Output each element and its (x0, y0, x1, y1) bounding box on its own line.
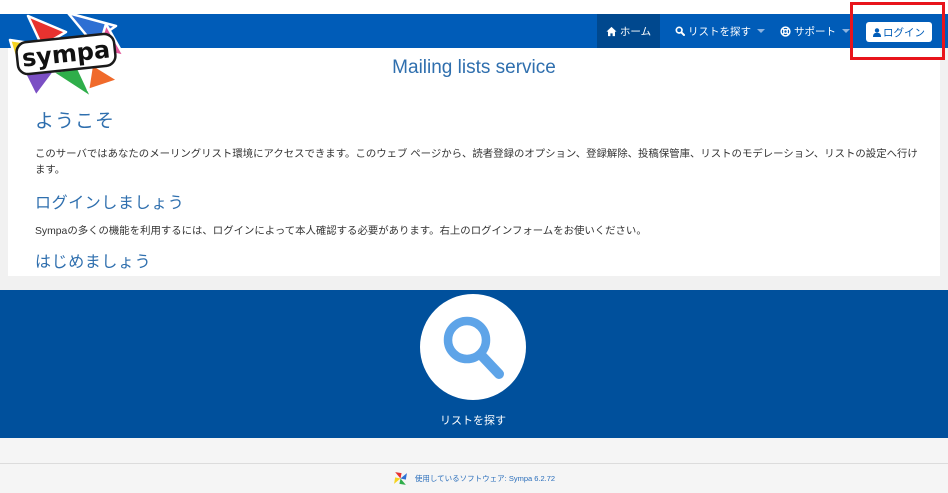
search-icon (675, 26, 686, 37)
top-navbar: ホーム リストを探す サポート ログイン (0, 14, 948, 48)
login-text: Sympaの多くの機能を利用するには、ログインによって本人確認する必要があります… (35, 226, 647, 237)
sympa-logo[interactable]: sympa (8, 10, 126, 102)
user-icon (873, 27, 881, 37)
get-started-heading: はじめましょう (35, 254, 152, 271)
nav-find-list-label: リストを探す (688, 25, 751, 38)
find-list-tile[interactable]: リストを探す (383, 290, 563, 438)
page-title: Mailing lists service (392, 57, 556, 78)
sympa-logo-icon (393, 471, 408, 486)
nav-find-list[interactable]: リストを探す (668, 14, 766, 48)
footer-software-link[interactable]: 使用しているソフトウェア: Sympa 6.2.72 (415, 473, 555, 484)
search-icon (443, 316, 504, 379)
footer-row: 使用しているソフトウェア: Sympa 6.2.72 (0, 471, 948, 485)
find-list-circle[interactable] (420, 294, 526, 400)
welcome-text: このサーバではあなたのメーリングリスト環境にアクセスできます。このウェブ ページ… (35, 149, 918, 176)
home-icon (606, 26, 617, 37)
footer-divider (0, 463, 948, 464)
welcome-heading: ようこそ (35, 111, 116, 132)
footer: 使用しているソフトウェア: Sympa 6.2.72 (0, 438, 948, 493)
find-list-label: リストを探す (440, 415, 506, 427)
nav-support-label: サポート (794, 25, 836, 38)
login-button-label: ログイン (883, 26, 925, 39)
caret-down-icon (842, 29, 850, 33)
nav-home[interactable]: ホーム (597, 14, 660, 48)
top-strip (0, 0, 948, 14)
nav-home-label: ホーム (619, 25, 652, 38)
caret-down-icon (757, 29, 765, 33)
login-button[interactable]: ログイン (866, 22, 932, 42)
life-ring-icon (780, 25, 791, 37)
main-content: Mailing lists service ようこそ このサーバではあなたのメー… (8, 48, 940, 276)
feature-band: リストを探す (0, 290, 948, 438)
login-heading: ログインしましょう (35, 195, 185, 212)
nav-support[interactable]: サポート (774, 14, 852, 48)
